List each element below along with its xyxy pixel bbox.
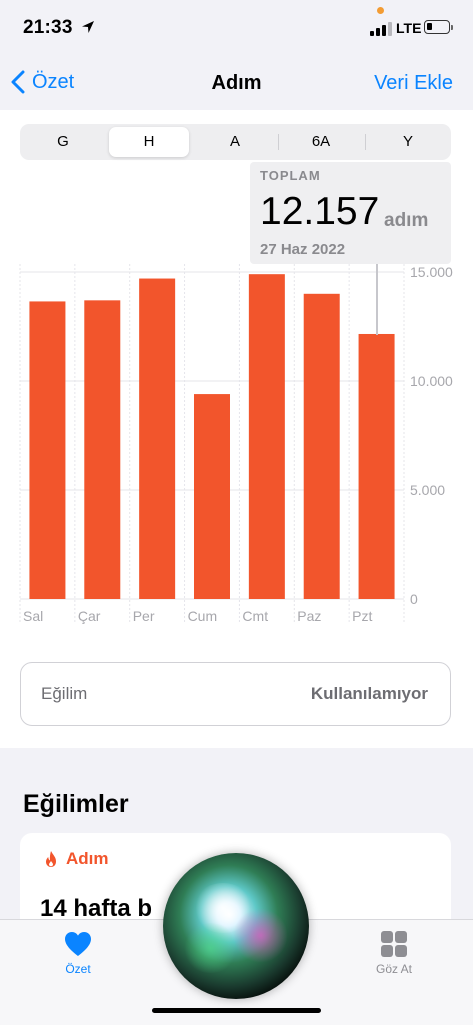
popover-value: 12.157	[260, 190, 380, 233]
trend-card-title: Adım	[66, 849, 109, 868]
selection-popover: TOPLAM 12.157 adım 27 Haz 2022	[250, 162, 451, 264]
battery-tip	[451, 25, 453, 30]
flame-icon	[46, 851, 56, 867]
status-time: 21:33	[23, 17, 73, 38]
bar-Çar[interactable]	[84, 300, 121, 599]
home-indicator	[152, 1008, 321, 1013]
tab-browse-label: Göz At	[375, 962, 413, 976]
x-tick-label: Cmt	[242, 608, 268, 624]
navigation-bar: Özet Adım Veri Ekle	[0, 56, 473, 110]
trend-card-header: Adım	[44, 849, 109, 869]
y-tick-label: 15.000	[410, 264, 453, 280]
tab-summary[interactable]: Özet	[38, 930, 118, 976]
selection-indicator-line	[376, 264, 378, 335]
trends-heading: Eğilimler	[23, 790, 129, 818]
y-tick-label: 10.000	[410, 373, 453, 389]
x-tick-label: Pzt	[352, 608, 372, 624]
x-tick-label: Paz	[297, 608, 321, 624]
x-tick-label: Sal	[23, 608, 43, 624]
trend-row[interactable]: Eğilim Kullanılamıyor	[20, 662, 451, 726]
popover-date: 27 Haz 2022	[260, 241, 346, 258]
trend-value: Kullanılamıyor	[310, 684, 428, 703]
add-data-button[interactable]: Veri Ekle	[374, 72, 453, 95]
location-arrow-icon	[82, 21, 94, 33]
y-tick-label: 5.000	[410, 482, 445, 498]
y-tick-label: 0	[410, 591, 418, 607]
status-bar: 21:33 LTE	[0, 0, 473, 56]
popover-label: TOPLAM	[260, 168, 321, 183]
tab-summary-label: Özet	[65, 962, 91, 976]
network-type: LTE	[396, 20, 422, 36]
siri-glow	[183, 923, 238, 973]
siri-orb[interactable]	[163, 853, 309, 999]
grid-icon	[381, 931, 407, 957]
heart-icon	[65, 932, 91, 956]
chart-card: G H A 6A Y 0 5.000 10.000 15.000 Sal Çar Per Cu…	[0, 110, 473, 748]
bar-Pzt[interactable]	[358, 333, 395, 599]
x-tick-label: Per	[133, 608, 155, 624]
privacy-indicator-dot	[377, 7, 384, 14]
tab-browse[interactable]: Göz At	[354, 930, 434, 976]
bar-Per[interactable]	[139, 278, 176, 599]
bar-Paz[interactable]	[303, 293, 340, 599]
bar-Sal[interactable]	[29, 301, 66, 599]
cellular-signal-icon	[370, 22, 392, 36]
siri-glow	[233, 908, 288, 963]
trend-label: Eğilim	[41, 684, 88, 703]
bar-Cmt[interactable]	[248, 274, 285, 599]
bar-Cum[interactable]	[194, 394, 230, 599]
popover-unit: adım	[384, 210, 429, 231]
x-tick-label: Çar	[78, 608, 101, 624]
battery-icon	[424, 20, 450, 34]
x-tick-label: Cum	[188, 608, 218, 624]
